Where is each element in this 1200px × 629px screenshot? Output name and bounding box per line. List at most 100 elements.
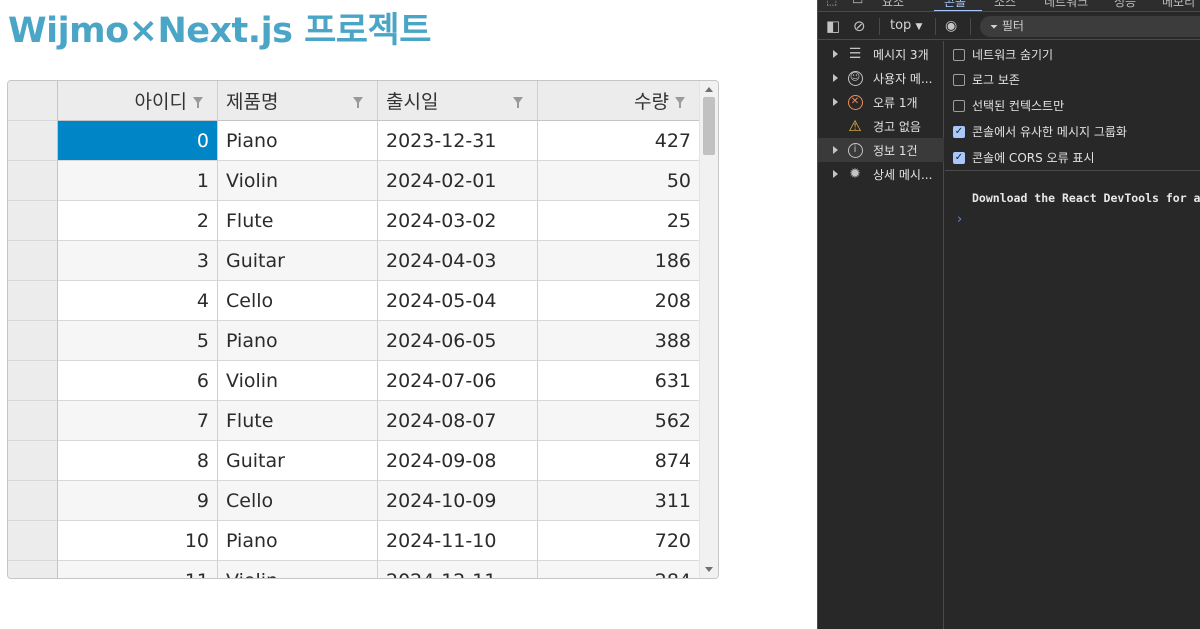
- column-header-date[interactable]: 출시일: [378, 81, 538, 121]
- row-header-cell[interactable]: [8, 241, 58, 281]
- table-row[interactable]: 5 Piano 2024-06-05 388: [8, 321, 699, 361]
- tab-elements[interactable]: 요소: [882, 0, 904, 10]
- checkbox[interactable]: [953, 48, 965, 61]
- sidebar-item-warning[interactable]: ⚠ 경고 없음: [818, 114, 944, 138]
- cell-date[interactable]: 2024-06-05: [378, 321, 538, 361]
- cell-date[interactable]: 2024-05-04: [378, 281, 538, 321]
- cell-id[interactable]: 4: [58, 281, 218, 321]
- cell-name[interactable]: Guitar: [218, 241, 378, 281]
- cell-qty[interactable]: 186: [538, 241, 699, 281]
- sidebar-item-error[interactable]: ✕ 오류 1개: [818, 90, 944, 114]
- cell-name[interactable]: Piano: [218, 121, 378, 161]
- table-row[interactable]: 2 Flute 2024-03-02 25: [8, 201, 699, 241]
- row-header-cell[interactable]: [8, 201, 58, 241]
- cell-date[interactable]: 2024-11-10: [378, 521, 538, 561]
- row-header-cell[interactable]: [8, 561, 58, 578]
- setting-option[interactable]: 네트워크 숨기기: [953, 46, 1053, 63]
- table-row[interactable]: 3 Guitar 2024-04-03 186: [8, 241, 699, 281]
- column-header-name[interactable]: 제품명: [218, 81, 378, 121]
- row-header-cell[interactable]: [8, 161, 58, 201]
- eye-icon[interactable]: ◉: [945, 18, 957, 34]
- scroll-up-icon[interactable]: [705, 87, 713, 92]
- checkbox-checked[interactable]: ✓: [953, 125, 965, 138]
- cell-qty[interactable]: 720: [538, 521, 699, 561]
- cell-id[interactable]: 7: [58, 401, 218, 441]
- row-header-cell[interactable]: [8, 401, 58, 441]
- console-prompt-icon[interactable]: ›: [957, 212, 962, 227]
- table-row[interactable]: 0 Piano 2023-12-31 427: [8, 121, 699, 161]
- column-header-id[interactable]: 아이디: [58, 81, 218, 121]
- scroll-down-icon[interactable]: [705, 567, 713, 572]
- column-header-qty[interactable]: 수량: [538, 81, 699, 121]
- cell-qty[interactable]: 874: [538, 441, 699, 481]
- cell-id[interactable]: 10: [58, 521, 218, 561]
- cell-qty[interactable]: 311: [538, 481, 699, 521]
- cell-date[interactable]: 2024-12-11: [378, 561, 538, 578]
- device-toolbar-icon[interactable]: ▭: [852, 0, 863, 7]
- checkbox[interactable]: [953, 73, 965, 86]
- cell-name[interactable]: Cello: [218, 281, 378, 321]
- row-header-cell[interactable]: [8, 121, 58, 161]
- clear-console-icon[interactable]: ⊘: [853, 18, 866, 34]
- cell-id[interactable]: 6: [58, 361, 218, 401]
- cell-qty[interactable]: 284: [538, 561, 699, 578]
- filter-icon[interactable]: [513, 97, 523, 108]
- row-header-cell[interactable]: [8, 441, 58, 481]
- cell-id[interactable]: 9: [58, 481, 218, 521]
- flex-grid[interactable]: 아이디 제품명 출시일 수량 0 Piano 2023-12-31 427 1 Violi…: [7, 80, 719, 579]
- table-row[interactable]: 9 Cello 2024-10-09 311: [8, 481, 699, 521]
- table-row[interactable]: 6 Violin 2024-07-06 631: [8, 361, 699, 401]
- filter-icon[interactable]: [675, 97, 685, 108]
- table-row[interactable]: 1 Violin 2024-02-01 50: [8, 161, 699, 201]
- checkbox[interactable]: [953, 99, 965, 112]
- cell-id[interactable]: 8: [58, 441, 218, 481]
- cell-date[interactable]: 2023-12-31: [378, 121, 538, 161]
- cell-name[interactable]: Cello: [218, 481, 378, 521]
- setting-option[interactable]: 로그 보존: [953, 71, 1020, 88]
- cell-id[interactable]: 5: [58, 321, 218, 361]
- row-header-cell[interactable]: [8, 521, 58, 561]
- filter-icon[interactable]: [353, 97, 363, 108]
- cell-id[interactable]: 3: [58, 241, 218, 281]
- table-row[interactable]: 7 Flute 2024-08-07 562: [8, 401, 699, 441]
- cell-name[interactable]: Violin: [218, 561, 378, 578]
- row-header-cell[interactable]: [8, 481, 58, 521]
- cell-id[interactable]: 11: [58, 561, 218, 578]
- sidebar-item-user[interactable]: ☺ 사용자 메...: [818, 66, 944, 90]
- table-row[interactable]: 11Violin2024-12-11284: [8, 561, 699, 578]
- cell-qty[interactable]: 631: [538, 361, 699, 401]
- cell-id[interactable]: 2: [58, 201, 218, 241]
- table-row[interactable]: 4 Cello 2024-05-04 208: [8, 281, 699, 321]
- sidebar-item-list[interactable]: ☰ 메시지 3개: [818, 42, 944, 66]
- sidebar-toggle-icon[interactable]: ◧: [826, 18, 840, 34]
- cell-name[interactable]: Violin: [218, 361, 378, 401]
- sidebar-item-bug[interactable]: ✹ 상세 메시...: [818, 162, 944, 186]
- cell-date[interactable]: 2024-09-08: [378, 441, 538, 481]
- vertical-scrollbar[interactable]: [699, 81, 718, 578]
- cell-id[interactable]: 0: [58, 121, 218, 161]
- cell-name[interactable]: Flute: [218, 201, 378, 241]
- row-header-cell[interactable]: [8, 321, 58, 361]
- setting-option[interactable]: 선택된 컨텍스트만: [953, 97, 1064, 114]
- caret-right-icon[interactable]: [833, 74, 838, 82]
- cell-qty[interactable]: 208: [538, 281, 699, 321]
- tab-network[interactable]: 네트워크: [1044, 0, 1088, 10]
- cell-id[interactable]: 1: [58, 161, 218, 201]
- checkbox-checked[interactable]: ✓: [953, 151, 965, 164]
- cell-name[interactable]: Guitar: [218, 441, 378, 481]
- caret-right-icon[interactable]: [833, 170, 838, 178]
- caret-right-icon[interactable]: [833, 98, 838, 106]
- cell-name[interactable]: Piano: [218, 521, 378, 561]
- caret-right-icon[interactable]: [833, 146, 838, 154]
- row-header-cell[interactable]: [8, 281, 58, 321]
- sidebar-item-info[interactable]: i 정보 1건: [818, 138, 944, 162]
- cell-date[interactable]: 2024-07-06: [378, 361, 538, 401]
- setting-option[interactable]: ✓ 콘솔에서 유사한 메시지 그룹화: [953, 123, 1127, 140]
- cell-date[interactable]: 2024-04-03: [378, 241, 538, 281]
- filter-input[interactable]: ⏷ 필터: [980, 16, 1200, 37]
- tab-memory[interactable]: 메모리: [1162, 0, 1195, 10]
- context-selector[interactable]: top ▼: [890, 18, 922, 33]
- cell-name[interactable]: Flute: [218, 401, 378, 441]
- cell-date[interactable]: 2024-02-01: [378, 161, 538, 201]
- cell-qty[interactable]: 25: [538, 201, 699, 241]
